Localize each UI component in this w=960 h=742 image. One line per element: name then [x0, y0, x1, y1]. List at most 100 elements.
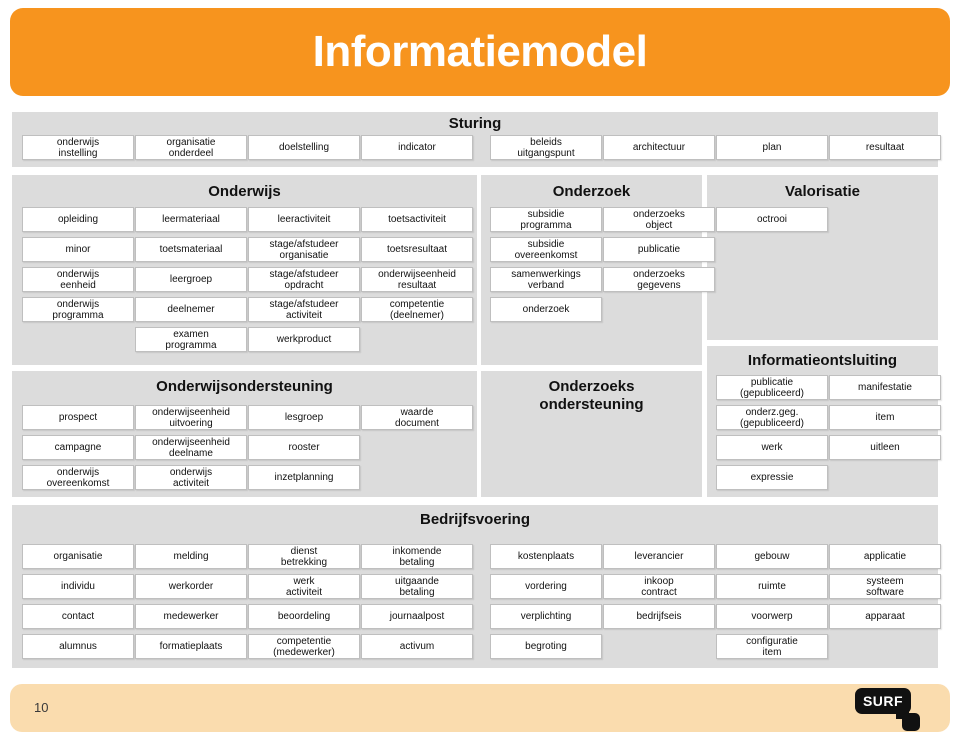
- entity-box[interactable]: inkoop contract: [603, 574, 715, 599]
- entity-box[interactable]: inkomende betaling: [361, 544, 473, 569]
- entity-box[interactable]: toetsactiviteit: [361, 207, 473, 232]
- entity-box[interactable]: journaalpost: [361, 604, 473, 629]
- entity-box[interactable]: waarde document: [361, 405, 473, 430]
- entity-box-label: inkoop contract: [641, 575, 677, 598]
- entity-box[interactable]: opleiding: [22, 207, 134, 232]
- entity-box-label: gebouw: [754, 551, 790, 562]
- entity-box[interactable]: manifestatie: [829, 375, 941, 400]
- entity-box[interactable]: indicator: [361, 135, 473, 160]
- entity-box[interactable]: leermateriaal: [135, 207, 247, 232]
- entity-box[interactable]: werk activiteit: [248, 574, 360, 599]
- entity-box[interactable]: toetsmateriaal: [135, 237, 247, 262]
- entity-box-label: werkproduct: [276, 334, 332, 345]
- entity-box-label: beleids uitgangspunt: [517, 136, 575, 159]
- entity-box-label: publicatie (gepubliceerd): [740, 376, 804, 399]
- entity-box-label: indicator: [398, 142, 436, 153]
- entity-box[interactable]: octrooi: [716, 207, 828, 232]
- entity-box[interactable]: subsidie programma: [490, 207, 602, 232]
- entity-box[interactable]: organisatie: [22, 544, 134, 569]
- entity-box[interactable]: examen programma: [135, 327, 247, 352]
- entity-box[interactable]: expressie: [716, 465, 828, 490]
- title-banner: Informatiemodel: [10, 8, 950, 96]
- entity-box[interactable]: resultaat: [829, 135, 941, 160]
- entity-box[interactable]: melding: [135, 544, 247, 569]
- entity-box[interactable]: contact: [22, 604, 134, 629]
- entity-box[interactable]: architectuur: [603, 135, 715, 160]
- entity-box-label: begroting: [525, 641, 567, 652]
- entity-box[interactable]: inzetplanning: [248, 465, 360, 490]
- entity-box[interactable]: onderwijs instelling: [22, 135, 134, 160]
- entity-box[interactable]: verplichting: [490, 604, 602, 629]
- entity-box[interactable]: activum: [361, 634, 473, 659]
- entity-box[interactable]: apparaat: [829, 604, 941, 629]
- entity-box[interactable]: vordering: [490, 574, 602, 599]
- entity-box[interactable]: gebouw: [716, 544, 828, 569]
- entity-box[interactable]: beoordeling: [248, 604, 360, 629]
- entity-box[interactable]: organisatie onderdeel: [135, 135, 247, 160]
- entity-box[interactable]: onderwijs overeenkomst: [22, 465, 134, 490]
- entity-box[interactable]: minor: [22, 237, 134, 262]
- entity-box[interactable]: onderzoeks object: [603, 207, 715, 232]
- entity-box-label: samenwerkings verband: [511, 268, 581, 291]
- entity-box[interactable]: doelstelling: [248, 135, 360, 160]
- entity-box[interactable]: onderwijs eenheid: [22, 267, 134, 292]
- entity-box-label: publicatie: [637, 244, 681, 255]
- entity-box[interactable]: deelnemer: [135, 297, 247, 322]
- entity-box[interactable]: werkorder: [135, 574, 247, 599]
- entity-box[interactable]: plan: [716, 135, 828, 160]
- entity-box[interactable]: prospect: [22, 405, 134, 430]
- entity-box[interactable]: dienst betrekking: [248, 544, 360, 569]
- entity-box[interactable]: bedrijfseis: [603, 604, 715, 629]
- entity-box[interactable]: onderwijs programma: [22, 297, 134, 322]
- entity-box[interactable]: competentie (medewerker): [248, 634, 360, 659]
- entity-box[interactable]: stage/afstudeer opdracht: [248, 267, 360, 292]
- entity-box[interactable]: subsidie overeenkomst: [490, 237, 602, 262]
- entity-box[interactable]: onderwijseenheid uitvoering: [135, 405, 247, 430]
- entity-box[interactable]: rooster: [248, 435, 360, 460]
- entity-box[interactable]: applicatie: [829, 544, 941, 569]
- entity-box[interactable]: werk: [716, 435, 828, 460]
- entity-box[interactable]: competentie (deelnemer): [361, 297, 473, 322]
- entity-box-label: item: [875, 412, 895, 423]
- entity-box-label: vordering: [525, 581, 567, 592]
- entity-box[interactable]: stage/afstudeer activiteit: [248, 297, 360, 322]
- entity-box[interactable]: medewerker: [135, 604, 247, 629]
- entity-box[interactable]: systeem software: [829, 574, 941, 599]
- entity-box[interactable]: onderwijseenheid resultaat: [361, 267, 473, 292]
- entity-box[interactable]: item: [829, 405, 941, 430]
- entity-box-label: leergroep: [169, 274, 213, 285]
- entity-box[interactable]: onderwijs activiteit: [135, 465, 247, 490]
- entity-box[interactable]: uitgaande betaling: [361, 574, 473, 599]
- entity-box[interactable]: voorwerp: [716, 604, 828, 629]
- entity-box-label: formatieplaats: [159, 641, 223, 652]
- entity-box-label: organisatie: [53, 551, 103, 562]
- entity-box[interactable]: publicatie (gepubliceerd): [716, 375, 828, 400]
- entity-box-label: architectuur: [632, 142, 686, 153]
- entity-box[interactable]: samenwerkings verband: [490, 267, 602, 292]
- entity-box-label: octrooi: [756, 214, 787, 225]
- entity-box-label: organisatie onderdeel: [166, 136, 216, 159]
- entity-box[interactable]: formatieplaats: [135, 634, 247, 659]
- entity-box[interactable]: configuratie item: [716, 634, 828, 659]
- entity-box[interactable]: uitleen: [829, 435, 941, 460]
- entity-box[interactable]: beleids uitgangspunt: [490, 135, 602, 160]
- entity-box[interactable]: ruimte: [716, 574, 828, 599]
- entity-box[interactable]: onderwijseenheid deelname: [135, 435, 247, 460]
- entity-box[interactable]: stage/afstudeer organisatie: [248, 237, 360, 262]
- entity-box[interactable]: leergroep: [135, 267, 247, 292]
- entity-box[interactable]: werkproduct: [248, 327, 360, 352]
- entity-box[interactable]: campagne: [22, 435, 134, 460]
- entity-box[interactable]: leeractiviteit: [248, 207, 360, 232]
- entity-box[interactable]: kostenplaats: [490, 544, 602, 569]
- entity-box[interactable]: alumnus: [22, 634, 134, 659]
- entity-box[interactable]: onderzoeks gegevens: [603, 267, 715, 292]
- entity-box[interactable]: leverancier: [603, 544, 715, 569]
- entity-box[interactable]: publicatie: [603, 237, 715, 262]
- entity-box[interactable]: begroting: [490, 634, 602, 659]
- entity-box-label: systeem software: [866, 575, 904, 598]
- entity-box[interactable]: lesgroep: [248, 405, 360, 430]
- entity-box[interactable]: toetsresultaat: [361, 237, 473, 262]
- entity-box[interactable]: individu: [22, 574, 134, 599]
- entity-box[interactable]: onderzoek: [490, 297, 602, 322]
- entity-box[interactable]: onderz.geg. (gepubliceerd): [716, 405, 828, 430]
